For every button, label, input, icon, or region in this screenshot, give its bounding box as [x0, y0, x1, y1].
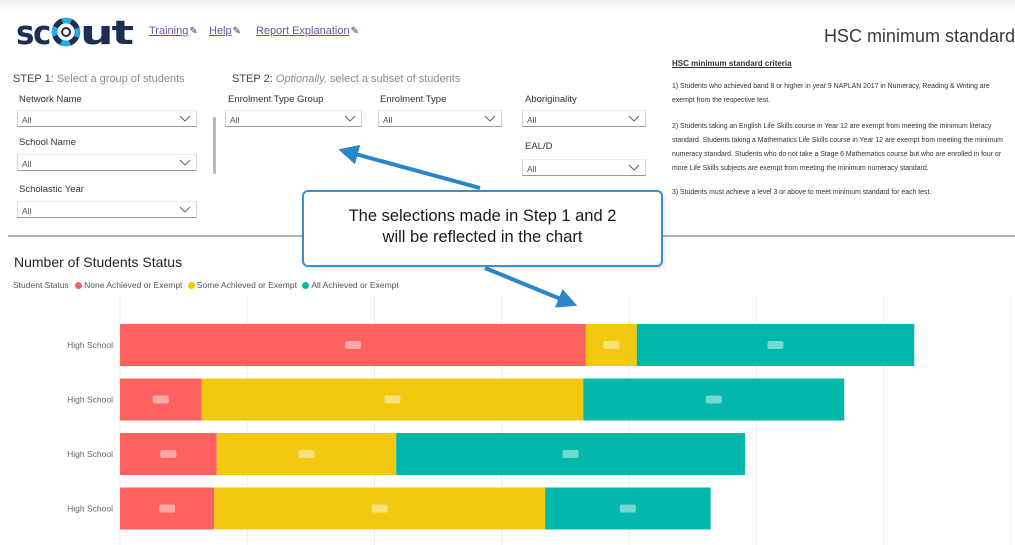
- redacted-data-label: [619, 504, 636, 513]
- category-label: High School: [67, 449, 113, 459]
- training-link-label: Training: [149, 25, 189, 37]
- aboriginality-value: All: [527, 115, 537, 125]
- legend-item-none[interactable]: None Achieved or Exempt: [75, 280, 182, 290]
- enrolment-type-label: Enrolment Type: [380, 94, 447, 105]
- legend-dot: [302, 282, 310, 289]
- school-name-value: All: [22, 159, 32, 169]
- school-name-label: School Name: [19, 137, 77, 148]
- report-page: sc ut Training✎ Help✎ Report Explanation…: [0, 0, 1015, 545]
- category-label: High School: [67, 395, 113, 405]
- pencil-icon: ✎: [350, 26, 359, 37]
- scholastic-year-dropdown[interactable]: All: [17, 201, 197, 218]
- legend-title: Student Status: [13, 280, 69, 290]
- network-name-value: All: [22, 115, 32, 125]
- redacted-data-label: [152, 395, 169, 404]
- redacted-data-label: [298, 450, 315, 458]
- scrollbar-handle[interactable]: [213, 117, 216, 174]
- scholastic-year-value: All: [22, 206, 32, 216]
- step2-hint-emphasis: Optionally,: [275, 73, 327, 85]
- enrolment-type-group-value: All: [230, 115, 240, 125]
- criteria-title: HSC minimum standard criteria: [672, 59, 792, 68]
- redacted-data-label: [344, 341, 361, 349]
- category-label: High School: [67, 504, 113, 514]
- chevron-down-icon: [628, 164, 640, 171]
- criteria-panel: HSC minimum standard criteria 1) Student…: [672, 59, 1012, 212]
- school-name-dropdown[interactable]: All: [17, 154, 197, 171]
- pencil-icon: ✎: [232, 26, 242, 37]
- pencil-icon: ✎: [189, 26, 198, 37]
- redacted-data-label: [371, 504, 388, 513]
- redacted-data-label: [767, 341, 784, 349]
- callout-line: The selections made in Step 1 and 2: [348, 207, 617, 225]
- network-name-dropdown[interactable]: All: [17, 110, 197, 127]
- redacted-data-label: [159, 504, 176, 513]
- top-shade: [0, 0, 1015, 14]
- enrolment-type-group-dropdown[interactable]: All: [225, 110, 362, 127]
- legend-label: None Achieved or Exempt: [84, 280, 183, 290]
- redacted-data-label: [562, 450, 579, 458]
- redacted-data-label: [705, 395, 722, 404]
- legend-dot: [75, 282, 83, 289]
- help-link-label: Help: [209, 25, 232, 37]
- legend-label: All Achieved or Exempt: [311, 280, 399, 290]
- step1-label: STEP 1:: [13, 73, 54, 85]
- stacked-bar-chart: High School High School High School High Sc…: [67, 295, 1012, 545]
- step2-label: STEP 2:: [232, 73, 273, 85]
- chevron-down-icon: [484, 115, 496, 122]
- chevron-down-icon: [628, 115, 640, 122]
- scout-logo: sc ut: [16, 14, 136, 50]
- chevron-down-icon: [179, 206, 191, 213]
- aboriginality-label: Aboriginality: [525, 94, 577, 105]
- training-link[interactable]: Training✎: [149, 25, 198, 37]
- redacted-data-label: [160, 450, 177, 458]
- step1-heading: STEP 1: Select a group of students: [13, 73, 185, 85]
- network-name-label: Network Name: [19, 94, 82, 105]
- criteria-item: 2) Students taking an English Life Skill…: [672, 123, 1003, 172]
- criteria-item: 1) Students who achieved band 8 or highe…: [672, 83, 990, 104]
- category-label: High School: [67, 340, 113, 350]
- redacted-data-label: [384, 395, 401, 404]
- step2-hint: select a subset of students: [330, 73, 461, 85]
- arrow-to-filters: [338, 144, 481, 190]
- step1-hint: Select a group of students: [56, 73, 185, 85]
- report-explanation-link[interactable]: Report Explanation✎: [256, 25, 359, 37]
- report-explanation-link-label: Report Explanation: [256, 25, 350, 37]
- legend-item-some[interactable]: Some Achieved or Exempt: [187, 280, 297, 290]
- svg-text:ut: ut: [80, 14, 134, 50]
- page-title: HSC minimum standard: [823, 26, 1015, 46]
- chart-title: Number of Students Status: [14, 254, 183, 270]
- eald-dropdown[interactable]: All: [522, 159, 646, 176]
- callout-box: The selections made in Step 1 and 2 will…: [302, 190, 663, 267]
- help-link[interactable]: Help✎: [209, 25, 241, 37]
- chart-legend: Student Status None Achieved or Exempt S…: [13, 280, 402, 290]
- callout-line: will be reflected in the chart: [382, 228, 583, 246]
- aboriginality-dropdown[interactable]: All: [522, 110, 646, 127]
- eald-value: All: [527, 164, 537, 174]
- criteria-item: 3) Students must achieve a level 3 or ab…: [672, 189, 932, 196]
- svg-text:sc: sc: [16, 14, 50, 50]
- enrolment-type-dropdown[interactable]: All: [378, 110, 502, 127]
- legend-dot: [187, 282, 195, 289]
- legend-label: Some Achieved or Exempt: [196, 280, 297, 290]
- enrolment-type-group-label: Enrolment Type Group: [228, 94, 324, 105]
- step2-heading: STEP 2: Optionally, select a subset of s…: [232, 73, 460, 85]
- legend-item-all[interactable]: All Achieved or Exempt: [302, 280, 399, 290]
- scholastic-year-label: Scholastic Year: [19, 184, 84, 195]
- redacted-data-label: [603, 341, 620, 349]
- chevron-down-icon: [344, 115, 356, 122]
- eald-label: EAL/D: [525, 141, 553, 152]
- enrolment-type-value: All: [383, 115, 393, 125]
- chevron-down-icon: [179, 159, 191, 166]
- chevron-down-icon: [179, 115, 191, 122]
